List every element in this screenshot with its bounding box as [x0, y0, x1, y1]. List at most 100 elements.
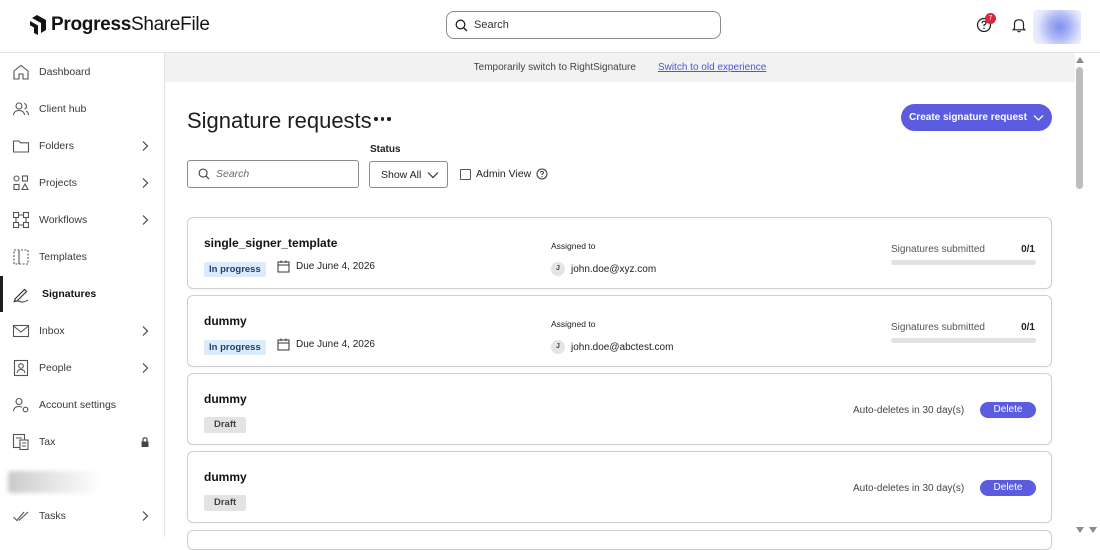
- admin-view-toggle[interactable]: Admin View: [460, 168, 548, 180]
- auto-delete-notice: Auto-deletes in 30 day(s): [853, 483, 965, 494]
- pen-icon: [13, 288, 29, 303]
- sidebar-item-label: Tasks: [39, 510, 66, 522]
- avatar[interactable]: [1033, 10, 1081, 44]
- global-search-input[interactable]: Search: [446, 11, 721, 39]
- admin-view-checkbox[interactable]: [460, 168, 471, 180]
- signatures-progress-bar: [891, 260, 1036, 265]
- sidebar-item-label: Dashboard: [39, 66, 91, 78]
- status-filter-value: Show All: [381, 168, 422, 181]
- status-badge: In progress: [204, 262, 266, 277]
- due-date: Due June 4, 2026: [277, 260, 375, 273]
- assignee-avatar: J: [551, 340, 565, 354]
- sidebar-item-people[interactable]: People: [0, 350, 164, 386]
- create-signature-request-button[interactable]: Create signature request: [901, 104, 1052, 131]
- projects-icon: [13, 175, 29, 191]
- signatures-count: 0/1: [1021, 244, 1035, 255]
- sidebar-item-templates[interactable]: Templates: [0, 239, 164, 275]
- sidebar-item-dashboard[interactable]: Dashboard: [0, 54, 164, 90]
- requests-search-placeholder: Search: [216, 168, 250, 180]
- admin-view-label: Admin View: [476, 168, 532, 180]
- help-circle-icon[interactable]: [536, 168, 548, 180]
- contact-icon: [13, 359, 29, 377]
- sidebar-item-signatures[interactable]: Signatures: [0, 276, 164, 312]
- scroll-down-arrow-icon[interactable]: [1076, 527, 1084, 533]
- banner-text: Temporarily switch to RightSignature: [473, 62, 636, 73]
- switch-old-experience-link[interactable]: Switch to old experience: [658, 62, 766, 73]
- sidebar-item-tax[interactable]: Tax: [0, 424, 164, 460]
- sidebar-item-label: Client hub: [39, 103, 87, 115]
- request-name[interactable]: dummy: [204, 314, 247, 328]
- signatures-submitted-label: Signatures submitted: [891, 244, 985, 255]
- requests-search-input[interactable]: Search: [187, 160, 359, 188]
- sidebar-item-label: Projects: [39, 177, 77, 189]
- page-title: Signature requests: [187, 108, 372, 133]
- status-filter-select[interactable]: Show All: [369, 161, 448, 188]
- page-scroll-down-arrow-icon[interactable]: [1089, 527, 1097, 533]
- progress-logo-icon: [30, 15, 46, 35]
- bell-icon[interactable]: [1010, 16, 1028, 34]
- sidebar-item-label: People: [39, 362, 72, 374]
- assignee-email: john.doe@abctest.com: [571, 341, 674, 353]
- assigned-to-label: Assigned to: [551, 241, 596, 251]
- folder-icon: [12, 140, 30, 153]
- chevron-right-icon: [142, 141, 149, 151]
- chevron-right-icon: [142, 326, 149, 336]
- signature-request-card[interactable]: dummy Draft Auto-deletes in 30 day(s) De…: [187, 373, 1052, 445]
- scrollbar-thumb[interactable]: [1076, 67, 1083, 189]
- delete-button[interactable]: Delete: [980, 402, 1036, 418]
- sidebar-item-label: Templates: [39, 251, 87, 263]
- request-name[interactable]: single_signer_template: [204, 236, 337, 250]
- chevron-down-icon: [1033, 114, 1044, 121]
- scroll-up-arrow-icon[interactable]: [1076, 57, 1084, 63]
- template-icon: [13, 249, 29, 265]
- signature-request-card[interactable]: single_signer_template In progress Due J…: [187, 217, 1052, 289]
- status-badge: Draft: [204, 417, 247, 433]
- chevron-right-icon: [142, 215, 149, 225]
- sidebar: Dashboard Client hub Folders Projects Wo…: [0, 53, 165, 537]
- sidebar-item-folders[interactable]: Folders: [0, 128, 164, 164]
- chevron-down-icon: [427, 171, 439, 178]
- assignee-email: john.doe@xyz.com: [571, 263, 657, 275]
- global-search-placeholder: Search: [474, 19, 509, 31]
- status-filter-label: Status: [370, 144, 401, 155]
- sidebar-item-projects[interactable]: Projects: [0, 165, 164, 201]
- chevron-right-icon: [142, 363, 149, 373]
- people-icon: [12, 102, 30, 116]
- logo[interactable]: ProgressShareFile: [27, 12, 210, 38]
- sidebar-item-label: Signatures: [42, 288, 97, 300]
- sidebar-item-label: Inbox: [39, 325, 65, 337]
- sidebar-item-client-hub[interactable]: Client hub: [0, 91, 164, 127]
- assignee: J john.doe@xyz.com: [551, 262, 656, 276]
- redacted-account-name: [8, 471, 100, 493]
- signature-request-card[interactable]: dummy Draft Auto-deletes in 30 day(s) De…: [187, 451, 1052, 523]
- workflow-icon: [12, 211, 30, 229]
- delete-button[interactable]: Delete: [980, 480, 1036, 496]
- sidebar-item-tasks[interactable]: Tasks: [0, 498, 164, 534]
- assignee: J john.doe@abctest.com: [551, 340, 673, 354]
- sidebar-item-account-settings[interactable]: Account settings: [0, 387, 164, 423]
- sidebar-item-inbox[interactable]: Inbox: [0, 313, 164, 349]
- due-date-text: Due June 4, 2026: [296, 261, 375, 272]
- sidebar-item-workflows[interactable]: Workflows: [0, 202, 164, 238]
- signature-request-card[interactable]: [187, 530, 1052, 550]
- chevron-right-icon: [142, 511, 149, 521]
- create-button-label: Create signature request: [909, 112, 1027, 123]
- lock-icon: [141, 437, 149, 447]
- assignee-avatar: J: [551, 262, 565, 276]
- logo-text: ProgressShareFile: [51, 14, 210, 35]
- calendar-icon: [277, 260, 290, 273]
- request-name[interactable]: dummy: [204, 470, 247, 484]
- home-icon: [13, 64, 29, 80]
- signature-request-card[interactable]: dummy In progress Due June 4, 2026 Assig…: [187, 295, 1052, 367]
- sidebar-item-label: Account settings: [39, 399, 117, 411]
- experience-banner: Temporarily switch to RightSignature Swi…: [165, 53, 1075, 82]
- more-options-icon[interactable]: [374, 117, 394, 123]
- calendar-icon: [277, 338, 290, 351]
- signatures-submitted-label: Signatures submitted: [891, 322, 985, 333]
- envelope-icon: [12, 324, 30, 338]
- top-bar: ProgressShareFile Search 7: [0, 0, 1100, 53]
- search-icon: [198, 168, 210, 180]
- due-date-text: Due June 4, 2026: [296, 339, 375, 350]
- page-scrollbar[interactable]: [1088, 53, 1100, 537]
- request-name[interactable]: dummy: [204, 392, 247, 406]
